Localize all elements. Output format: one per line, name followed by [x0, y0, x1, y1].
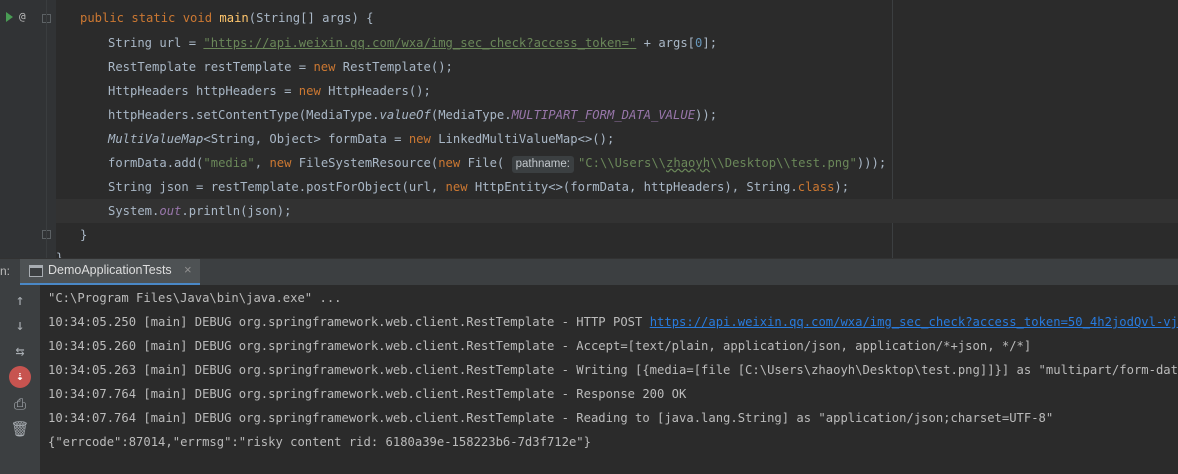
console-line: 10:34:05.263 [main] DEBUG org.springfram… — [48, 363, 1178, 377]
tab-close-icon[interactable]: × — [184, 262, 192, 277]
code-token: new — [408, 132, 431, 146]
code-token: new — [313, 60, 336, 74]
code-token: (String[] args) { — [248, 11, 374, 25]
code-token: "C:\\Users\\ — [577, 156, 667, 170]
code-line[interactable]: } — [56, 246, 63, 258]
arrow-up-icon[interactable]: ↑ — [8, 289, 32, 311]
code-token: MULTIPART_FORM_DATA_VALUE — [511, 108, 696, 122]
code-token: new — [445, 180, 468, 194]
code-token: FileSystemResource( — [291, 156, 439, 170]
code-token: \\Desktop\\test.png" — [710, 156, 857, 170]
code-token: formData.add( — [108, 156, 204, 170]
code-token: MultiValueMap — [108, 132, 204, 146]
code-token: class — [797, 180, 835, 194]
code-line[interactable]: MultiValueMap<String, Object> formData =… — [56, 127, 614, 151]
console-toolbar: ↑ ↓ ⇆ ⇣ ⎙ 🗑 — [0, 285, 40, 474]
annotation-icon: @ — [19, 10, 26, 23]
code-token: , — [254, 156, 270, 170]
code-line[interactable]: httpHeaders.setContentType(MediaType.val… — [56, 103, 717, 127]
code-string-link[interactable]: "https://api.weixin.qq.com/wxa/img_sec_c… — [203, 36, 636, 50]
code-token: valueOf — [379, 108, 431, 122]
code-token: ); — [834, 180, 850, 194]
code-token: HttpHeaders(); — [320, 84, 431, 98]
code-token: String url = — [108, 36, 204, 50]
console-line: 10:34:07.764 [main] DEBUG org.springfram… — [48, 411, 1054, 425]
code-token: String json = restTemplate.postForObject… — [108, 180, 446, 194]
code-line[interactable]: RestTemplate restTemplate = new RestTemp… — [56, 55, 453, 79]
code-token: RestTemplate(); — [335, 60, 453, 74]
tab-label: DemoApplicationTests — [48, 263, 172, 277]
code-token: HttpEntity<>(formData, httpHeaders), Str… — [467, 180, 798, 194]
console-line: {"errcode":87014,"errmsg":"risky content… — [48, 435, 591, 449]
tab-demo-application-tests[interactable]: DemoApplicationTests × — [20, 259, 200, 286]
code-token: File( — [460, 156, 512, 170]
code-token: (MediaType. — [430, 108, 512, 122]
typo-warning[interactable]: zhaoyh — [666, 156, 710, 170]
code-line[interactable]: formData.add("media", new FileSystemReso… — [56, 151, 886, 175]
console-line: 10:34:07.764 [main] DEBUG org.springfram… — [48, 387, 687, 401]
console-line: 10:34:05.250 [main] DEBUG org.springfram… — [48, 310, 1178, 334]
run-label: n: — [0, 264, 11, 278]
code-token: public static void — [80, 11, 220, 25]
console-line: 10:34:05.260 [main] DEBUG org.springfram… — [48, 339, 1032, 353]
console-output[interactable]: "C:\Program Files\Java\bin\java.exe" ...… — [40, 285, 1178, 474]
code-token: new — [438, 156, 461, 170]
code-line[interactable]: public static void main(String[] args) { — [56, 6, 374, 30]
run-config-icon — [29, 265, 43, 277]
code-token: .println(json); — [181, 204, 292, 218]
scroll-to-end-icon[interactable]: ⇣ — [9, 366, 31, 388]
code-token: RestTemplate restTemplate = — [108, 60, 314, 74]
console-link[interactable]: https://api.weixin.qq.com/wxa/img_sec_ch… — [650, 315, 1178, 329]
code-token: new — [269, 156, 292, 170]
gutter-divider — [46, 0, 47, 258]
current-code-line[interactable]: System.out.println(json); — [56, 199, 1178, 223]
print-icon[interactable]: ⎙ — [8, 393, 32, 415]
code-token: ]; — [702, 36, 718, 50]
code-token: main — [219, 11, 249, 25]
code-token: <String, Object> formData = — [203, 132, 409, 146]
code-token: "media" — [203, 156, 255, 170]
code-line[interactable]: } — [56, 223, 87, 247]
trash-icon[interactable]: 🗑 — [8, 418, 32, 440]
code-token: System. — [108, 204, 160, 218]
code-token: ))); — [856, 156, 887, 170]
code-line[interactable]: String url = "https://api.weixin.qq.com/… — [56, 31, 717, 55]
code-token: LinkedMultiValueMap<>(); — [430, 132, 615, 146]
code-token: out — [159, 204, 182, 218]
code-token: } — [80, 228, 88, 242]
run-tool-window-header: n: DemoApplicationTests × — [0, 258, 1178, 286]
arrow-down-icon[interactable]: ↓ — [8, 314, 32, 336]
code-token: } — [56, 251, 64, 258]
code-editor[interactable]: @ public static void main(String[] args)… — [0, 0, 1178, 258]
code-line[interactable]: String json = restTemplate.postForObject… — [56, 175, 849, 199]
console-line: "C:\Program Files\Java\bin\java.exe" ... — [48, 291, 342, 305]
editor-gutter: @ — [0, 0, 56, 258]
code-token: new — [298, 84, 321, 98]
soft-wrap-icon[interactable]: ⇆ — [8, 340, 32, 362]
console-text: 10:34:05.250 [main] DEBUG org.springfram… — [48, 315, 650, 329]
code-token: HttpHeaders httpHeaders = — [108, 84, 299, 98]
code-token: + args[ — [636, 36, 696, 50]
parameter-hint: pathname: — [511, 156, 574, 173]
run-gutter-icon[interactable] — [6, 12, 13, 22]
code-token: httpHeaders.setContentType(MediaType. — [108, 108, 380, 122]
code-line[interactable]: HttpHeaders httpHeaders = new HttpHeader… — [56, 79, 431, 103]
code-token: )); — [695, 108, 718, 122]
